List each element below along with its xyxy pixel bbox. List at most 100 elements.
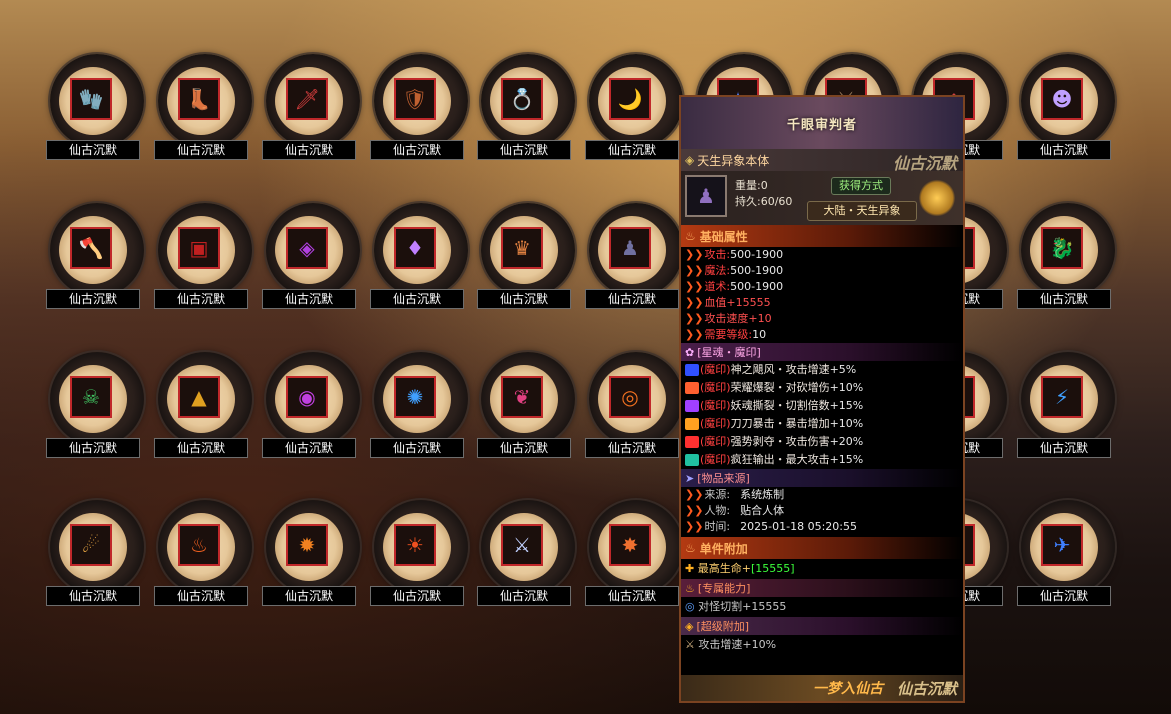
slot-label: 仙古沉默: [154, 289, 248, 309]
star-soul-icon: ✿: [685, 345, 695, 359]
equipment-slot[interactable]: ✈ 仙古沉默: [1017, 500, 1121, 610]
item-frame[interactable]: 🧤: [70, 78, 112, 120]
slot-label: 仙古沉默: [1017, 586, 1111, 606]
equipment-slot[interactable]: 🛡 仙古沉默: [370, 54, 474, 164]
cut-icon: ◎: [685, 600, 695, 613]
equipment-slot[interactable]: 🧤 仙古沉默: [46, 54, 150, 164]
mark-tag: (魔印): [700, 399, 731, 412]
blue-wing-icon: ✈: [1053, 533, 1071, 557]
item-frame[interactable]: ♛: [501, 227, 543, 269]
item-frame[interactable]: ✺: [394, 376, 436, 418]
item-frame[interactable]: 🌙: [609, 78, 651, 120]
crimson-gauntlet-icon: 🧤: [78, 87, 104, 111]
item-frame[interactable]: ☻: [1041, 78, 1083, 120]
item-frame[interactable]: ✸: [609, 524, 651, 566]
slot-label: 仙古沉默: [370, 586, 464, 606]
item-frame[interactable]: 🪓: [70, 227, 112, 269]
origin-row: ❯❯人物: 贴合人体: [681, 503, 963, 519]
equipment-slot[interactable]: ❦ 仙古沉默: [477, 352, 581, 462]
attribute-label: 道术:: [704, 280, 731, 293]
exclusive-header: ♨ [专属能力]: [681, 579, 963, 597]
item-frame[interactable]: ☠: [70, 376, 112, 418]
source-button[interactable]: 大陆・天生异象: [807, 201, 917, 221]
fire-ring-icon: 💍: [509, 87, 535, 111]
item-frame[interactable]: 🛡: [394, 78, 436, 120]
item-frame[interactable]: ♟: [609, 227, 651, 269]
item-frame[interactable]: ♦: [394, 227, 436, 269]
equipment-slot[interactable]: 🌙 仙古沉默: [585, 54, 689, 164]
equipment-slot[interactable]: ☀ 仙古沉默: [370, 500, 474, 610]
tooltip-header: 千眼审判者: [681, 97, 963, 149]
item-frame[interactable]: ✹: [286, 524, 328, 566]
attribute-value: 500-1900: [730, 264, 784, 277]
item-frame[interactable]: ☀: [394, 524, 436, 566]
slot-label: 仙古沉默: [46, 586, 140, 606]
flame-badge-icon: ♨: [685, 229, 696, 243]
attribute-label: 攻击速度+10: [704, 312, 772, 325]
origin-value: 贴合人体: [740, 504, 785, 517]
double-chevron-icon: ❯❯: [685, 488, 704, 501]
equipment-slot[interactable]: ♛ 仙古沉默: [477, 203, 581, 313]
item-frame[interactable]: ⚔: [501, 524, 543, 566]
equipment-slot[interactable]: ✸ 仙古沉默: [585, 500, 689, 610]
slot-label: 仙古沉默: [262, 289, 356, 309]
mark-bonus: +10%: [829, 417, 864, 430]
mark-bonus: +5%: [829, 363, 857, 376]
item-frame[interactable]: ⚡: [1041, 376, 1083, 418]
equipment-slot[interactable]: ▣ 仙古沉默: [154, 203, 258, 313]
max-hp-value: [15555]: [750, 562, 795, 575]
mark-bonus: +15%: [829, 453, 864, 466]
exclusive-text: 对怪切割+15555: [698, 600, 787, 613]
item-frame[interactable]: ◉: [286, 376, 328, 418]
get-method-button[interactable]: 获得方式: [831, 177, 891, 195]
equipment-slot[interactable]: ⚔ 仙古沉默: [477, 500, 581, 610]
equipment-slot[interactable]: ✹ 仙古沉默: [262, 500, 366, 610]
basic-attributes-header: ♨ 基础属性: [681, 225, 963, 247]
item-frame[interactable]: ♨: [178, 524, 220, 566]
equipment-slot[interactable]: ☻ 仙古沉默: [1017, 54, 1121, 164]
equipment-slot[interactable]: ▲ 仙古沉默: [154, 352, 258, 462]
equipment-slot[interactable]: ✺ 仙古沉默: [370, 352, 474, 462]
item-frame[interactable]: ◎: [609, 376, 651, 418]
equipment-slot[interactable]: ◉ 仙古沉默: [262, 352, 366, 462]
slot-label: 仙古沉默: [1017, 140, 1111, 160]
item-frame[interactable]: 💍: [501, 78, 543, 120]
mark-header-label: [星魂・魔印]: [697, 346, 761, 359]
item-frame[interactable]: 🐉: [1041, 227, 1083, 269]
item-frame[interactable]: 👢: [178, 78, 220, 120]
item-frame[interactable]: ☄: [70, 524, 112, 566]
equipment-slot[interactable]: ♦ 仙古沉默: [370, 203, 474, 313]
item-frame[interactable]: ▣: [178, 227, 220, 269]
mark-row: (魔印)刀刀暴击・暴击增加+10%: [681, 415, 963, 433]
equipment-slot[interactable]: 🐉 仙古沉默: [1017, 203, 1121, 313]
equipment-slot[interactable]: ☄ 仙古沉默: [46, 500, 150, 610]
equipment-grid: 🧤仙古沉默👢仙古沉默🗡仙古沉默🛡仙古沉默💍仙古沉默🌙仙古沉默✦仙古沉默⚔仙古沉默…: [0, 0, 1171, 714]
tooltip-footer: 一梦入仙古 仙古沉默: [681, 675, 963, 701]
equipment-slot[interactable]: 🪓 仙古沉默: [46, 203, 150, 313]
equipment-slot[interactable]: 👢 仙古沉默: [154, 54, 258, 164]
golden-dragon-icon: 🐉: [1049, 236, 1075, 260]
attribute-label: 血值+15555: [704, 296, 771, 309]
equipment-slot[interactable]: ♟ 仙古沉默: [585, 203, 689, 313]
equipment-slot[interactable]: ♨ 仙古沉默: [154, 500, 258, 610]
item-frame[interactable]: ❦: [501, 376, 543, 418]
slot-label: 仙古沉默: [46, 140, 140, 160]
equipment-slot[interactable]: ◎ 仙古沉默: [585, 352, 689, 462]
durability-text: 持久:60/60: [735, 195, 793, 208]
item-frame[interactable]: 🗡: [286, 78, 328, 120]
equipment-slot[interactable]: ⚡ 仙古沉默: [1017, 352, 1121, 462]
equipment-slot[interactable]: 🗡 仙古沉默: [262, 54, 366, 164]
item-frame[interactable]: ✈: [1041, 524, 1083, 566]
attribute-row: ❯❯攻击:500-1900: [681, 247, 963, 263]
mark-row: (魔印)妖魂撕裂・切割倍数+15%: [681, 397, 963, 415]
item-frame[interactable]: ◈: [286, 227, 328, 269]
equipment-slot[interactable]: ☠ 仙古沉默: [46, 352, 150, 462]
plus-icon: ✚: [685, 562, 695, 575]
mark-text: 强势剥夺・攻击伤害: [730, 435, 830, 448]
equipment-slot[interactable]: ◈ 仙古沉默: [262, 203, 366, 313]
equipment-slot[interactable]: 💍 仙古沉默: [477, 54, 581, 164]
item-frame[interactable]: ▲: [178, 376, 220, 418]
purple-orb-icon: ◉: [298, 385, 316, 409]
mark-row: (魔印)荣耀爆裂・对砍增伤+10%: [681, 379, 963, 397]
origin-header-label: [物品来源]: [697, 472, 750, 485]
